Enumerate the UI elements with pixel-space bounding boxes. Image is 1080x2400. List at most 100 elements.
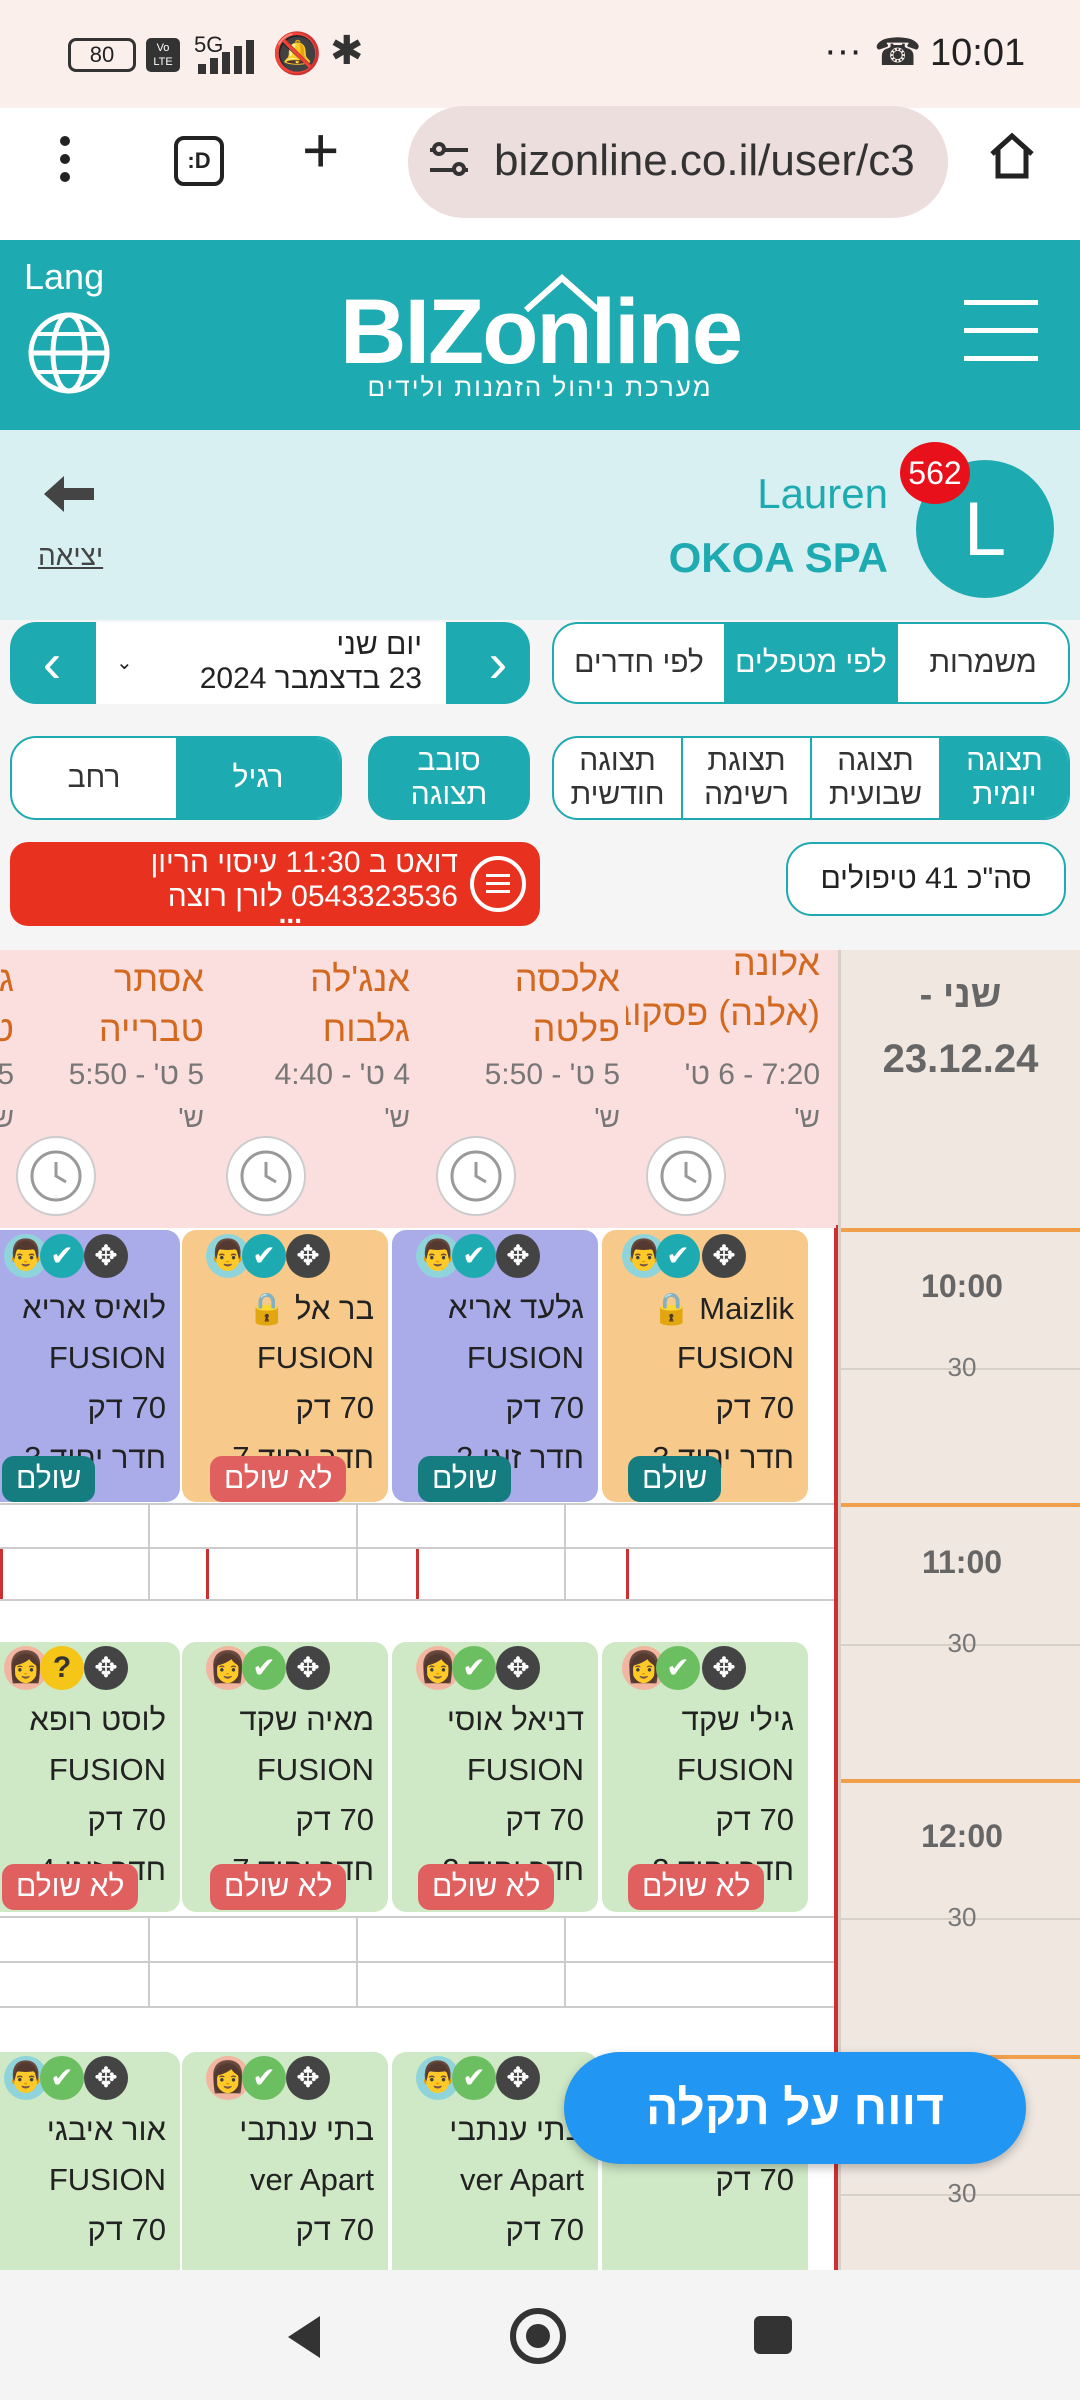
clock-icon[interactable] <box>16 1136 96 1216</box>
payment-status[interactable]: לא שולם <box>628 1864 765 1910</box>
home-icon[interactable] <box>986 130 1038 182</box>
appointment-card[interactable]: 👨 ✔ ✥ אור איבגי FUSION 70 דק <box>0 2052 180 2270</box>
menu-dots-icon[interactable] <box>50 132 82 188</box>
app-header: Lang BIZonline מערכת ניהול הזמנות ולידים <box>0 240 1080 430</box>
therapist-last-name: ט <box>0 1008 14 1049</box>
payment-status[interactable]: לא שולם <box>210 1456 347 1502</box>
back-nav-icon[interactable] <box>284 2314 324 2360</box>
treatment-type: ver Apart <box>249 2162 374 2197</box>
treatment-type: FUSION <box>466 1752 584 1787</box>
move-icon[interactable]: ✥ <box>496 2056 540 2100</box>
rotate-view-button[interactable]: סובב תצוגה <box>368 736 530 820</box>
avatar-letter: L <box>963 486 1007 572</box>
width-normal[interactable]: רגיל <box>176 738 340 818</box>
client-name: מאיה שקד <box>239 1702 374 1737</box>
day-name: שני - <box>919 974 1002 1016</box>
payment-status[interactable]: שולם <box>628 1456 722 1502</box>
payment-status[interactable]: שולם <box>2 1456 96 1502</box>
duration: 70 דק <box>715 1390 794 1425</box>
width-wide[interactable]: רחב <box>12 738 176 818</box>
view-monthly[interactable]: תצוגה חודשית <box>554 738 683 818</box>
view-list[interactable]: תצוגת רשימה <box>683 738 812 818</box>
appointment-card[interactable]: 👩 ✔ ✥ בתי ענתבי ver Apart 70 דק <box>182 2052 388 2270</box>
notification-badge[interactable]: 562 <box>900 442 970 504</box>
alert-line1: דואט ב 11:30 עיסוי הריון <box>150 846 458 879</box>
tab-by-rooms[interactable]: לפי חדרים <box>554 624 726 702</box>
therapist-last-name: פלטה <box>532 1008 620 1049</box>
therapist-code: ש' <box>384 1102 410 1133</box>
move-icon[interactable]: ✥ <box>84 1234 128 1278</box>
therapist-first-name: אלכסה <box>514 958 620 999</box>
new-tab-icon[interactable]: + <box>302 118 339 182</box>
appointment-card[interactable]: 👩 ✔ ✥ מאיה שקד FUSION 70 דק חדר יחיד 7 ל… <box>182 1642 388 1912</box>
home-nav-icon[interactable] <box>510 2308 566 2364</box>
user-name: Lauren <box>757 470 888 517</box>
schedule-grid: שני - 23.12.24 10:00 30 11:00 30 12:00 3… <box>0 950 1080 2270</box>
next-day-icon[interactable]: › <box>470 632 526 694</box>
duration: 70 דק <box>295 1390 374 1425</box>
appointment-card[interactable]: 👩 ✔ ✥ גילי שקד FUSION 70 דק חדר יחיד 3 ל… <box>602 1642 808 1912</box>
recents-nav-icon[interactable] <box>754 2316 792 2354</box>
chat-icon <box>470 856 526 912</box>
tab-by-therapists[interactable]: לפי מטפלים <box>726 624 898 702</box>
view-by-tabs: משמרות לפי מטפלים לפי חדרים <box>552 622 1070 704</box>
view-daily[interactable]: תצוגה יומית <box>941 738 1068 818</box>
report-issue-button[interactable]: דווח על תקלה <box>564 2052 1026 2164</box>
duration: 70 דק <box>295 1802 374 1837</box>
unconfirmed-question-icon: ? <box>40 1646 84 1690</box>
client-name: דניאל אוסי <box>446 1702 584 1737</box>
duration: 70 דק <box>87 1390 166 1425</box>
client-name: בתי ענתבי <box>449 2112 584 2147</box>
clock-icon[interactable] <box>226 1136 306 1216</box>
logout-arrow-icon[interactable] <box>42 474 96 514</box>
logout-label[interactable]: יציאה <box>38 540 103 572</box>
payment-status[interactable]: לא שולם <box>210 1864 347 1910</box>
move-icon[interactable]: ✥ <box>286 2056 330 2100</box>
prev-day-icon[interactable]: ‹ <box>24 632 80 694</box>
move-icon[interactable]: ✥ <box>84 2056 128 2100</box>
move-icon[interactable]: ✥ <box>84 1646 128 1690</box>
appointment-card[interactable]: 👨 ✔ ✥ גלעד אריא FUSION 70 דק חדר זוגי 2 … <box>392 1230 598 1502</box>
confirmed-check-icon: ✔ <box>656 1234 700 1278</box>
logo[interactable]: BIZonline מערכת ניהול הזמנות ולידים <box>340 273 743 402</box>
lang-label[interactable]: Lang <box>24 256 104 298</box>
treatment-type: FUSION <box>466 1340 584 1375</box>
duration: 70 דק <box>715 1802 794 1837</box>
tab-shifts[interactable]: משמרות <box>898 624 1068 702</box>
treatment-type: FUSION <box>48 1340 166 1375</box>
appointment-card[interactable]: 👨 ✔ ✥ בתי ענתבי ver Apart 70 דק <box>392 2052 598 2270</box>
move-icon[interactable]: ✥ <box>496 1646 540 1690</box>
globe-icon[interactable] <box>26 310 112 396</box>
tabs-icon[interactable]: :D <box>174 136 224 186</box>
view-mode-tabs: תצוגה יומית תצוגה שבועית תצוגת רשימה תצו… <box>552 736 1070 820</box>
move-icon[interactable]: ✥ <box>286 1234 330 1278</box>
appointment-card[interactable]: 👩 ? ✥ לוסט רופא FUSION 70 דק חדר זוגי 4 … <box>0 1642 180 1912</box>
alert-more[interactable]: ... <box>279 898 302 930</box>
site-settings-icon[interactable] <box>430 140 474 184</box>
duration: 70 דק <box>87 2212 166 2247</box>
therapist-code: ש' <box>794 1102 820 1133</box>
appointment-card[interactable]: 👩 ✔ ✥ דניאל אוסי FUSION 70 דק חדר יחיד 2… <box>392 1642 598 1912</box>
appointment-card[interactable]: 👨 ✔ ✥ לואיס אריא FUSION 70 דק חדר יחיד 3… <box>0 1230 180 1502</box>
client-name: לוסט רופא <box>29 1702 166 1737</box>
date-select[interactable]: יום שני 23 בדצמבר 2024 ⌄ <box>96 622 446 704</box>
client-name: אור איבגי <box>46 2112 166 2147</box>
treatment-type: FUSION <box>676 1340 794 1375</box>
payment-status[interactable]: לא שולם <box>2 1864 139 1910</box>
clock-icon[interactable] <box>646 1136 726 1216</box>
appointment-card[interactable]: 👨 ✔ ✥ Maizlik 🔒 FUSION 70 דק חדר יחיד 3 … <box>602 1230 808 1502</box>
appointment-card[interactable]: 👨 ✔ ✥ בר אל 🔒 FUSION 70 דק חדר יחיד 7 לא… <box>182 1230 388 1502</box>
view-weekly[interactable]: תצוגה שבועית <box>812 738 941 818</box>
move-icon[interactable]: ✥ <box>496 1234 540 1278</box>
move-icon[interactable]: ✥ <box>702 1646 746 1690</box>
clock-icon[interactable] <box>436 1136 516 1216</box>
client-name: בר אל 🔒 <box>247 1291 374 1326</box>
time-1200: 12:00 <box>921 1818 1003 1854</box>
alert-banner[interactable]: דואט ב 11:30 עיסוי הריון 0543323536 לורן… <box>10 842 540 929</box>
payment-status[interactable]: לא שולם <box>418 1864 555 1910</box>
payment-status[interactable]: שולם <box>418 1456 512 1502</box>
move-icon[interactable]: ✥ <box>702 1234 746 1278</box>
url-field[interactable]: bizonline.co.il/user/c3 <box>408 106 948 218</box>
move-icon[interactable]: ✥ <box>286 1646 330 1690</box>
hamburger-menu-icon[interactable] <box>964 300 1038 362</box>
